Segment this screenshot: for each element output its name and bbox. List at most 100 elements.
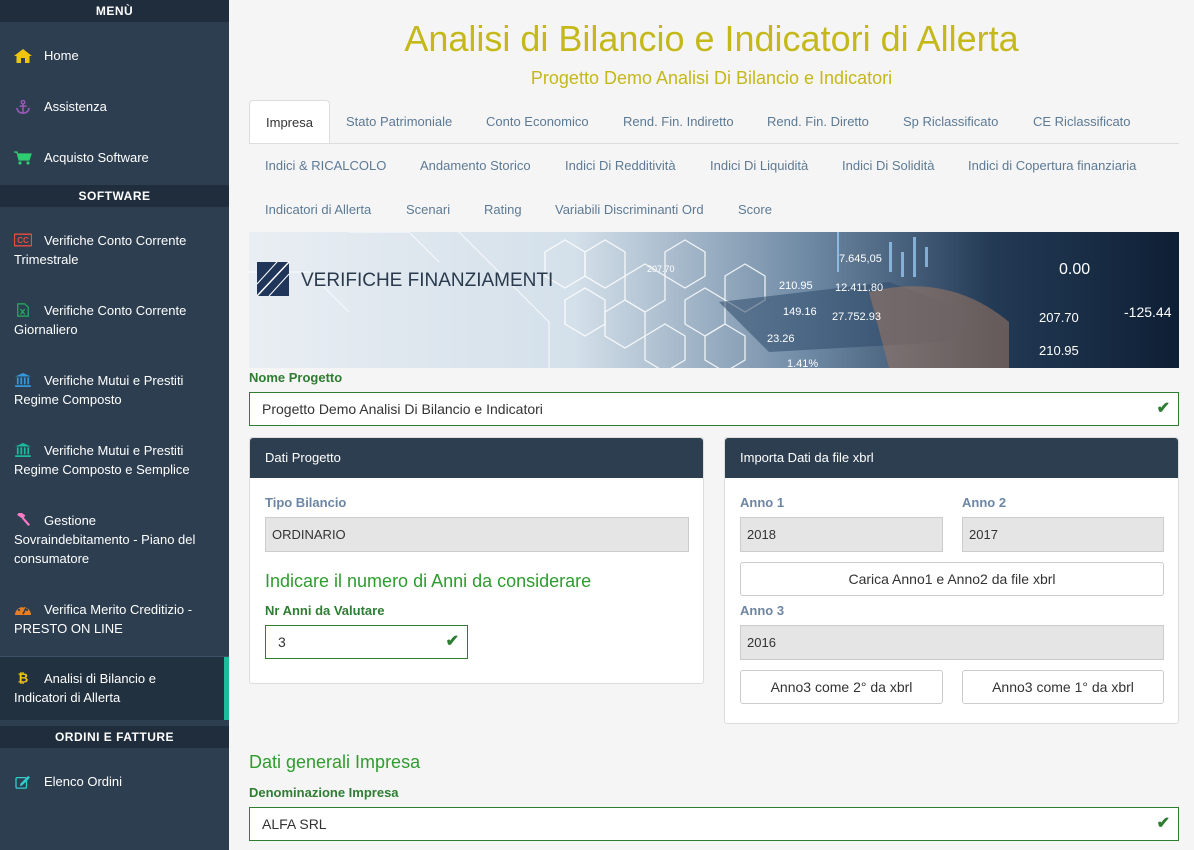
tab-rating[interactable]: Rating bbox=[468, 188, 538, 232]
tab-conto-economico[interactable]: Conto Economico bbox=[470, 100, 605, 144]
tab-rend-fin-diretto[interactable]: Rend. Fin. Diretto bbox=[751, 100, 885, 144]
tab-indici-ricalcolo[interactable]: Indici & RICALCOLO bbox=[249, 144, 402, 188]
tab-indici-liquidita[interactable]: Indici Di Liquidità bbox=[694, 144, 824, 188]
banner-number: 210.95 bbox=[779, 280, 813, 292]
sidebar-item-label: Home bbox=[44, 48, 79, 63]
dashboard-icon bbox=[15, 605, 31, 615]
project-name-input[interactable]: Progetto Demo Analisi Di Bilancio e Indi… bbox=[249, 392, 1179, 426]
denominazione-label: Denominazione Impresa bbox=[249, 785, 399, 800]
anno2-field[interactable]: 2017 bbox=[962, 517, 1164, 552]
sidebar-item-elenco-ordini[interactable]: Elenco Ordini bbox=[0, 756, 229, 807]
software-heading: SOFTWARE bbox=[0, 185, 229, 207]
banner-number: 210.95 bbox=[1039, 343, 1079, 358]
tab-ce-riclassificato[interactable]: CE Riclassificato bbox=[1017, 100, 1147, 144]
sidebar-item-label: Verifiche Mutui e Prestiti Regime Compos… bbox=[14, 373, 184, 407]
bitcoin-icon: ₿ bbox=[18, 671, 29, 685]
edit-icon bbox=[15, 775, 30, 789]
project-name-value: Progetto Demo Analisi Di Bilancio e Indi… bbox=[262, 401, 543, 417]
tab-indici-solidita[interactable]: Indici Di Solidità bbox=[826, 144, 951, 188]
banner-number: 23.26 bbox=[767, 333, 795, 345]
page-title: Analisi di Bilancio e Indicatori di Alle… bbox=[404, 18, 1019, 59]
xbrl-heading: Importa Dati da file xbrl bbox=[725, 438, 1178, 478]
banner-number: -125.44 bbox=[1124, 304, 1172, 320]
sidebar-item-label: Gestione Sovraindebitamento - Piano del … bbox=[14, 513, 196, 566]
banner-number: 1.41% bbox=[787, 358, 818, 368]
denominazione-input[interactable]: ALFA SRL ✔ bbox=[249, 807, 1179, 841]
tab-stato-patrimoniale[interactable]: Stato Patrimoniale bbox=[330, 100, 468, 144]
tab-variabili-discriminanti[interactable]: Variabili Discriminanti Ord bbox=[539, 188, 720, 232]
dati-progetto-heading: Dati Progetto bbox=[250, 438, 703, 478]
anno3-as-second-button[interactable]: Anno3 come 2° da xbrl bbox=[740, 670, 943, 704]
tab-indicatori-allerta[interactable]: Indicatori di Allerta bbox=[249, 188, 387, 232]
banner-number: 207.70 bbox=[1039, 310, 1079, 325]
tipo-bilancio-label: Tipo Bilancio bbox=[265, 495, 347, 510]
sidebar-item-conto-trimestrale[interactable]: CC Verifiche Conto Corrente Trimestrale bbox=[0, 231, 229, 269]
banner-brand: VERIFICHE FINANZIAMENTI bbox=[301, 270, 553, 291]
banner-graphic: VERIFICHE FINANZIAMENTI 7.645,05 0.00 21… bbox=[249, 232, 1179, 368]
tab-andamento-storico[interactable]: Andamento Storico bbox=[404, 144, 547, 188]
nr-anni-input[interactable]: 3 ✔ bbox=[265, 625, 468, 659]
tab-impresa[interactable]: Impresa bbox=[249, 100, 330, 144]
sidebar-item-label: Analisi di Bilancio e Indicatori di Alle… bbox=[14, 671, 157, 705]
banner-number: 7.645,05 bbox=[839, 253, 882, 265]
banner-number: 207.70 bbox=[647, 264, 675, 274]
sidebar-item-mutui-composto[interactable]: Verifiche Mutui e Prestiti Regime Compos… bbox=[0, 371, 229, 409]
svg-text:₿: ₿ bbox=[18, 671, 29, 685]
tab-indici-redditivita[interactable]: Indici Di Redditività bbox=[549, 144, 692, 188]
page-subtitle: Progetto Demo Analisi Di Bilancio e Indi… bbox=[530, 68, 893, 88]
sidebar-item-conto-giornaliero[interactable]: Verifiche Conto Corrente Giornaliero bbox=[0, 301, 229, 339]
anno2-label: Anno 2 bbox=[962, 495, 1007, 510]
project-name-label: Nome Progetto bbox=[249, 370, 343, 385]
sidebar-item-label: Acquisto Software bbox=[44, 150, 149, 165]
anchor-icon bbox=[16, 99, 30, 114]
sidebar-item-label: Verifiche Mutui e Prestiti Regime Compos… bbox=[14, 443, 190, 477]
cart-icon bbox=[14, 150, 32, 165]
sidebar-item-assistenza[interactable]: Assistenza bbox=[0, 81, 229, 132]
banner-number: 0.00 bbox=[1059, 261, 1090, 278]
orders-heading: ORDINI E FATTURE bbox=[0, 726, 229, 748]
banner-number: 149.16 bbox=[783, 306, 817, 318]
sidebar-item-merito-creditizio[interactable]: Verifica Merito Creditizio - PRESTO ON L… bbox=[0, 600, 229, 638]
sidebar-item-label: Verifiche Conto Corrente Giornaliero bbox=[14, 303, 187, 337]
sidebar-item-label: Verifiche Conto Corrente Trimestrale bbox=[14, 233, 187, 267]
svg-text:CC: CC bbox=[17, 236, 29, 245]
tipo-bilancio-field[interactable]: ORDINARIO bbox=[265, 517, 689, 552]
bank-icon bbox=[15, 373, 31, 387]
banner-image: VERIFICHE FINANZIAMENTI 7.645,05 0.00 21… bbox=[249, 232, 1179, 368]
home-icon bbox=[14, 48, 32, 63]
tab-rend-fin-indiretto[interactable]: Rend. Fin. Indiretto bbox=[607, 100, 750, 144]
anno3-as-first-button[interactable]: Anno3 come 1° da xbrl bbox=[962, 670, 1164, 704]
xbrl-panel: Importa Dati da file xbrl Anno 1 Anno 2 … bbox=[724, 437, 1179, 724]
nr-anni-value: 3 bbox=[278, 634, 286, 650]
impresa-heading: Dati generali Impresa bbox=[249, 752, 421, 772]
tab-sp-riclassificato[interactable]: Sp Riclassificato bbox=[887, 100, 1014, 144]
anno1-label: Anno 1 bbox=[740, 495, 785, 510]
check-icon: ✔ bbox=[445, 633, 459, 650]
cc-icon: CC bbox=[14, 233, 32, 247]
dati-progetto-panel: Dati Progetto Tipo Bilancio ORDINARIO In… bbox=[249, 437, 704, 684]
bank-icon bbox=[15, 443, 31, 457]
sidebar-item-label: Elenco Ordini bbox=[44, 774, 123, 789]
excel-icon bbox=[17, 303, 29, 317]
sidebar-item-acquisto[interactable]: Acquisto Software bbox=[0, 132, 229, 183]
sidebar-item-mutui-semplice[interactable]: Verifiche Mutui e Prestiti Regime Compos… bbox=[0, 441, 229, 479]
check-icon: ✔ bbox=[1156, 815, 1170, 832]
load-xbrl-button[interactable]: Carica Anno1 e Anno2 da file xbrl bbox=[740, 562, 1164, 596]
tab-indici-copertura[interactable]: Indici di Copertura finanziaria bbox=[952, 144, 1152, 188]
banner-number: 12.411.80 bbox=[835, 282, 883, 294]
anno1-field[interactable]: 2018 bbox=[740, 517, 943, 552]
main-content: Analisi di Bilancio e Indicatori di Alle… bbox=[229, 0, 1194, 850]
sidebar-item-analisi-bilancio[interactable]: ₿ Analisi di Bilancio e Indicatori di All… bbox=[0, 657, 229, 720]
sidebar-item-label: Assistenza bbox=[44, 99, 107, 114]
menu-heading: MENÙ bbox=[0, 0, 229, 22]
nr-anni-label: Nr Anni da Valutare bbox=[265, 603, 385, 618]
tab-scenari[interactable]: Scenari bbox=[390, 188, 466, 232]
gavel-icon bbox=[17, 513, 30, 526]
anno3-field[interactable]: 2016 bbox=[740, 625, 1164, 660]
sidebar-item-home[interactable]: Home bbox=[0, 30, 229, 81]
tab-score[interactable]: Score bbox=[722, 188, 788, 232]
anno3-label: Anno 3 bbox=[740, 603, 785, 618]
sidebar-item-label: Verifica Merito Creditizio - PRESTO ON L… bbox=[14, 602, 193, 636]
sidebar: MENÙ Home Assistenza Acquisto Software S… bbox=[0, 0, 229, 850]
sidebar-item-sovraindebitamento[interactable]: Gestione Sovraindebitamento - Piano del … bbox=[0, 511, 229, 568]
